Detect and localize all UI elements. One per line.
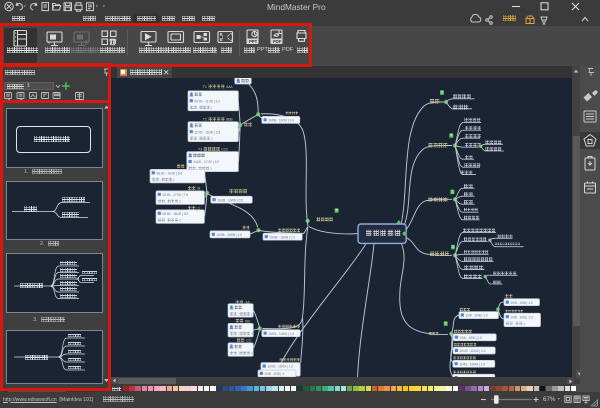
svg-text:10/43 - 10/43 | 1.0: 10/43 - 10/43 | 1.0 [459,362,485,366]
svg-text:14:00 - 17:00 | 3.0: 14:00 - 17:00 | 3.0 [193,160,219,164]
svg-text:2: 2 [179,200,181,204]
svg-text:10/8 - 10/8 | 1: 10/8 - 10/8 | 1 [264,372,284,376]
svg-text:3: 3 [179,219,181,223]
svg-text:08:00 - 14:00 | 6.0: 08:00 - 14:00 | 6.0 [156,172,182,176]
svg-text:10/43 - 10/43 | 1.0: 10/43 - 10/43 | 1.0 [460,349,486,353]
svg-text:10/8 - 10/8 | 1.0: 10/8 - 10/8 | 1.0 [460,336,482,340]
svg-text:10/03 - 10/03 | 1.0: 10/03 - 10/03 | 1.0 [268,332,294,336]
svg-text:10/08 - 10/08 | 1.0: 10/08 - 10/08 | 1.0 [216,233,242,237]
svg-text:T1: T1 [203,85,207,89]
svg-text:10/08 - 10/08 | 1.0: 10/08 - 10/08 | 1.0 [269,235,295,239]
svg-text:T2: T2 [203,118,207,122]
svg-text::: : [238,312,239,316]
svg-text:1: 1 [211,106,213,110]
svg-text:13:00 - 16:30 | 3.5: 13:00 - 16:30 | 3.5 [194,130,220,134]
svg-text:BBB: BBB [226,118,232,122]
svg-text:4: 4 [523,322,525,326]
svg-text:09:00 - 11:45 | 3.0: 09:00 - 11:45 | 3.0 [194,99,220,103]
svg-text:10/8 - 10/8 | 1.0: 10/8 - 10/8 | 1.0 [465,314,487,318]
svg-text:BB: BB [245,319,250,323]
svg-text:2: 2 [251,352,253,356]
svg-text::: : [166,219,167,223]
svg-text:10/08 - 10/08 | 0.5: 10/08 - 10/08 | 0.5 [217,198,243,202]
svg-text:CCC: CCC [221,148,229,152]
svg-text:2: 2 [211,137,213,141]
svg-text:T3: T3 [198,148,202,152]
svg-text:08:00 - 18:00 | 9.0: 08:00 - 18:00 | 9.0 [162,212,188,216]
svg-text:3: 3 [210,167,212,171]
svg-text::: : [238,351,239,355]
svg-text:1: 1 [173,178,175,182]
svg-text::: : [198,137,199,141]
svg-text:10/08 - 10/10 | 3.0: 10/08 - 10/10 | 3.0 [268,119,294,123]
svg-text:10/03 - 10/03 | 1.0: 10/03 - 10/03 | 1.0 [267,365,293,369]
svg-text:CC: CC [246,338,251,342]
svg-text::: : [238,332,239,336]
svg-text:10/8 - 10/8 | 1.0: 10/8 - 10/8 | 1.0 [510,301,532,305]
svg-text::: : [514,322,515,326]
svg-text::: : [166,200,167,204]
svg-text:10:00 - 17:00 | 7.0: 10:00 - 17:00 | 7.0 [162,193,188,197]
svg-text::: : [160,178,161,182]
svg-text:AAA: AAA [226,85,233,89]
svg-text:10/8 - 10/8 | 1.0: 10/8 - 10/8 | 1.0 [510,315,532,319]
svg-text:1: 1 [251,312,253,316]
svg-text::: : [198,106,199,110]
svg-text:4: 4 [251,332,253,336]
